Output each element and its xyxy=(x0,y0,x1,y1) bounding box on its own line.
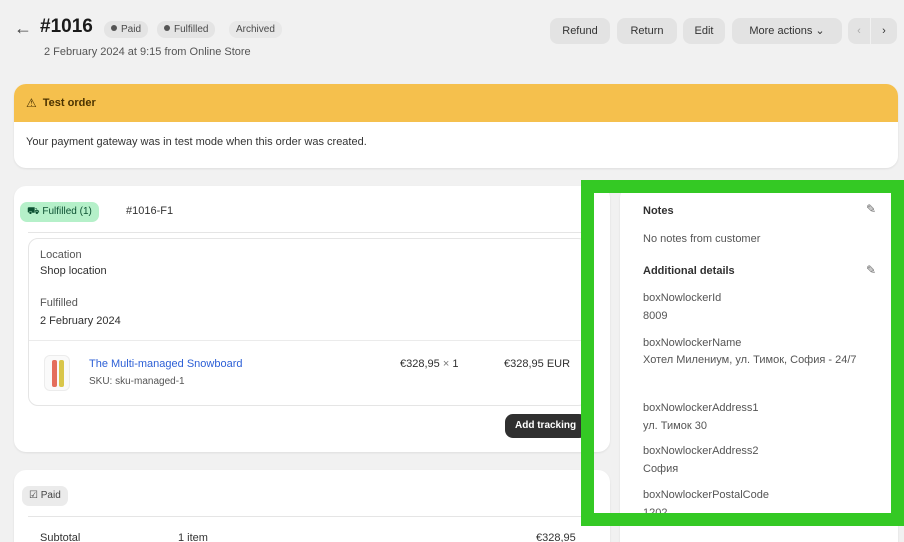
subtotal-label: Subtotal xyxy=(40,532,81,542)
paid-badge-label: Paid xyxy=(121,24,142,35)
detail-value: 8009 xyxy=(643,310,668,322)
receipt-icon: ☑ xyxy=(29,490,38,501)
more-actions-label: More actions xyxy=(749,25,813,37)
return-button[interactable]: Return xyxy=(617,18,677,44)
location-value: Shop location xyxy=(40,265,107,277)
chevron-left-icon[interactable]: ‹ xyxy=(848,18,870,44)
location-label: Location xyxy=(40,249,82,261)
fulfilled-status-label: Fulfilled (1) xyxy=(42,206,92,217)
multiply-sign: × xyxy=(442,358,450,370)
product-unit-price: €328,95 × 1 xyxy=(400,358,458,370)
detail-value: София xyxy=(643,463,679,475)
fulfilled-badge: Fulfilled xyxy=(157,21,216,38)
payment-card xyxy=(14,470,610,542)
quantity-value: 1 xyxy=(452,358,459,370)
unit-price-value: €328,95 xyxy=(400,358,440,370)
detail-value: Хотел Милениум, ул. Тимок, София - 24/7 xyxy=(643,354,857,366)
banner-message: Your payment gateway was in test mode wh… xyxy=(26,136,367,148)
paid-status-pill: ☑ Paid xyxy=(22,486,68,506)
detail-value: 1202 xyxy=(643,507,668,519)
divider xyxy=(28,516,588,517)
order-number: #1016 xyxy=(40,16,93,37)
product-thumbnail xyxy=(44,355,70,391)
status-dot-icon xyxy=(164,25,170,32)
order-header: ← #1016 Paid Fulfilled Archived 2 Februa… xyxy=(0,0,904,70)
additional-details-heading: Additional details xyxy=(643,265,735,277)
archived-badge: Archived xyxy=(229,21,282,38)
warning-icon: ⚠ xyxy=(26,96,37,110)
detail-key: boxNowlockerAddress2 xyxy=(643,445,759,457)
paid-status-label: Paid xyxy=(40,490,61,501)
fulfilled-date-label: Fulfilled xyxy=(40,297,78,309)
detail-key: boxNowlockerId xyxy=(643,292,722,304)
chevron-right-icon[interactable]: › xyxy=(871,18,897,44)
more-actions-button[interactable]: More actions ⌄ xyxy=(732,18,842,44)
product-total: €328,95 EUR xyxy=(504,358,571,370)
refund-button[interactable]: Refund xyxy=(550,18,610,44)
status-dot-icon xyxy=(111,25,117,32)
paid-badge: Paid xyxy=(104,21,149,38)
product-sku: SKU: sku-managed-1 xyxy=(89,376,185,387)
arrow-left-icon[interactable]: ← xyxy=(14,18,32,39)
divider xyxy=(28,232,588,233)
detail-key: boxNowlockerName xyxy=(643,337,742,349)
detail-value: ул. Тимок 30 xyxy=(643,420,707,432)
subtotal-amount: €328,95 xyxy=(536,532,576,542)
fulfilled-badge-label: Fulfilled xyxy=(174,24,209,35)
fulfilled-date-value: 2 February 2024 xyxy=(40,315,121,327)
test-order-banner: ⚠ Test order Your payment gateway was in… xyxy=(14,84,898,168)
notes-text: No notes from customer xyxy=(643,233,761,245)
banner-header: ⚠ Test order xyxy=(14,84,898,122)
order-subtitle: 2 February 2024 at 9:15 from Online Stor… xyxy=(44,46,251,58)
snowboard-image xyxy=(52,360,57,387)
truck-icon: ⛟ xyxy=(27,206,40,217)
detail-key: boxNowlockerAddress1 xyxy=(643,402,759,414)
fulfillment-id: #1016-F1 xyxy=(126,205,174,217)
product-link[interactable]: The Multi-managed Snowboard xyxy=(89,358,242,370)
subtotal-items: 1 item xyxy=(178,532,208,542)
pencil-icon[interactable]: ✎ xyxy=(866,263,876,277)
detail-key: boxNowlockerPostalCode xyxy=(643,489,769,501)
banner-title: Test order xyxy=(42,97,96,109)
add-tracking-button[interactable]: Add tracking xyxy=(505,414,587,438)
fulfilled-status-pill: ⛟ Fulfilled (1) xyxy=(20,202,99,222)
chevron-down-icon: ⌄ xyxy=(815,25,825,37)
notes-heading: Notes xyxy=(643,205,674,217)
pencil-icon[interactable]: ✎ xyxy=(866,202,876,216)
edit-button[interactable]: Edit xyxy=(683,18,725,44)
snowboard-image xyxy=(59,360,64,387)
divider xyxy=(29,340,587,341)
